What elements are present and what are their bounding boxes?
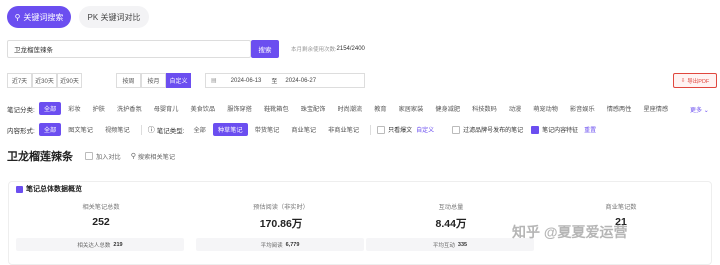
- category-chip[interactable]: 美食饮品: [185, 102, 220, 115]
- metric-sub-bar: 平均阅读 6,779: [196, 238, 364, 251]
- reset-link[interactable]: 重置: [584, 125, 596, 134]
- metric-total-interactions: 互动总量 8.44万: [366, 202, 536, 231]
- category-chip[interactable]: 全部: [38, 102, 62, 115]
- period-custom[interactable]: 自定义: [166, 73, 191, 88]
- category-chip[interactable]: 家居家装: [394, 102, 429, 115]
- type-chip-seeding[interactable]: 种草笔记: [212, 123, 248, 136]
- chevron-down-icon: ⌄: [703, 108, 709, 114]
- form-chip-video[interactable]: 视频笔记: [100, 123, 135, 136]
- only-hot-label: 只看爆文: [388, 128, 413, 134]
- chart-bar-icon: [16, 185, 23, 193]
- metric-value: 170.86万: [259, 218, 303, 230]
- metric-sub-bar: 相关达人总数 219: [16, 238, 184, 251]
- metric-label: 预估阅读（非实时）: [253, 204, 309, 211]
- metric-label: 相关笔记总数: [82, 204, 120, 211]
- type-chip-nonbusiness[interactable]: 非商业笔记: [323, 123, 364, 136]
- divider: [370, 124, 372, 135]
- search-related-link[interactable]: 搜索相关笔记: [138, 152, 175, 161]
- category-chip[interactable]: 母婴育儿: [149, 102, 184, 115]
- category-chip[interactable]: 洗护香氛: [112, 102, 147, 115]
- form-chip-all[interactable]: 全部: [38, 123, 62, 136]
- metric-estimated-reads: 预估阅读（非实时） 170.86万: [196, 202, 366, 231]
- feature-label: 笔记内容特征: [542, 128, 579, 134]
- info-icon: ⓘ: [147, 126, 155, 134]
- form-chip-image[interactable]: 图文笔记: [63, 123, 98, 136]
- category-chip[interactable]: 教育: [369, 102, 391, 115]
- category-chip[interactable]: 科技数码: [467, 102, 502, 115]
- metric-sub-bar: 平均互动 335: [366, 238, 534, 251]
- category-chip[interactable]: 情感两性: [602, 102, 637, 115]
- category-chip[interactable]: 护肤: [88, 102, 110, 115]
- category-chip[interactable]: 动漫: [504, 102, 526, 115]
- search-button[interactable]: 搜索: [251, 40, 279, 58]
- only-hot-checkbox[interactable]: [377, 125, 386, 134]
- search-icon: ⚲: [130, 153, 136, 160]
- category-chip[interactable]: 健身减肥: [430, 102, 465, 115]
- keyword-title: 卫龙榴莲辣条: [7, 151, 73, 163]
- category-chip[interactable]: 彩妆: [63, 102, 85, 115]
- metric-label: 互动总量: [438, 204, 464, 211]
- search-input[interactable]: 卫龙榴莲辣条: [7, 40, 251, 58]
- category-chip[interactable]: 星座情感: [638, 102, 673, 115]
- content-filter-row: 内容形式: 全部 图文笔记 视频笔记 ⓘ 笔记类型: 全部 种草笔记 带货笔记 …: [7, 123, 596, 136]
- note-type-label: 笔记类型:: [156, 127, 185, 135]
- type-chip-business[interactable]: 商业笔记: [286, 123, 321, 136]
- more-categories-link[interactable]: 更多 ⌄: [690, 105, 709, 114]
- search-icon: ⚲: [14, 12, 21, 22]
- category-chip[interactable]: 鞋靴箱包: [259, 102, 294, 115]
- watermark: 知乎 @夏夏爱运营: [512, 224, 628, 240]
- metric-label: 商业笔记数: [605, 204, 637, 211]
- category-label: 笔记分类:: [7, 106, 35, 114]
- divider: [140, 124, 142, 135]
- filter-brand-label: 过滤品牌号发布的笔记: [463, 128, 524, 134]
- overview-title: 笔记总体数据概览: [26, 186, 82, 193]
- range-7d[interactable]: 近7天: [7, 73, 32, 88]
- range-90d[interactable]: 近90天: [57, 73, 82, 88]
- metric-value: 252: [92, 216, 110, 228]
- category-chip[interactable]: 服饰穿搭: [222, 102, 257, 115]
- quota-label: 本月剩余使用次数:: [291, 47, 337, 53]
- period-month[interactable]: 按月: [141, 73, 166, 88]
- content-form-label: 内容形式:: [7, 127, 35, 135]
- custom-link[interactable]: 自定义: [416, 125, 434, 134]
- metric-value: 8.44万: [435, 218, 467, 230]
- export-pdf-button[interactable]: ⇩ 导出PDF: [673, 73, 717, 88]
- feature-checkbox[interactable]: [531, 125, 540, 134]
- tab-keyword-search[interactable]: ⚲ 关键词搜索: [7, 6, 71, 28]
- category-chip[interactable]: 影音娱乐: [565, 102, 600, 115]
- download-icon: ⇩: [680, 77, 686, 84]
- category-chip[interactable]: 珠宝配饰: [296, 102, 331, 115]
- tab-pk-compare[interactable]: PK 关键词对比: [79, 6, 149, 28]
- date-range-picker[interactable]: ▤ 2024-06-13 至 2024-06-27: [205, 73, 365, 88]
- category-chip[interactable]: 时尚潮流: [332, 102, 367, 115]
- filter-brand-checkbox[interactable]: [452, 125, 461, 134]
- calendar-icon: ▤: [211, 78, 217, 84]
- metric-total-notes: 相关笔记总数 252: [16, 202, 186, 228]
- quota-value: 2154/2400: [336, 46, 365, 52]
- range-30d[interactable]: 近30天: [32, 73, 57, 88]
- type-chip-selling[interactable]: 带货笔记: [250, 123, 285, 136]
- add-compare-label: 加入对比: [96, 153, 121, 161]
- type-chip-all[interactable]: 全部: [189, 123, 211, 136]
- top-tabs: ⚲ 关键词搜索 PK 关键词对比: [7, 6, 149, 28]
- add-compare-checkbox[interactable]: [85, 152, 93, 160]
- category-chip[interactable]: 萌宠动物: [528, 102, 563, 115]
- category-filter: 笔记分类: 全部 彩妆 护肤 洗护香氛 母婴育儿 美食饮品 服饰穿搭 鞋靴箱包 …: [7, 102, 673, 115]
- period-week[interactable]: 按周: [116, 73, 141, 88]
